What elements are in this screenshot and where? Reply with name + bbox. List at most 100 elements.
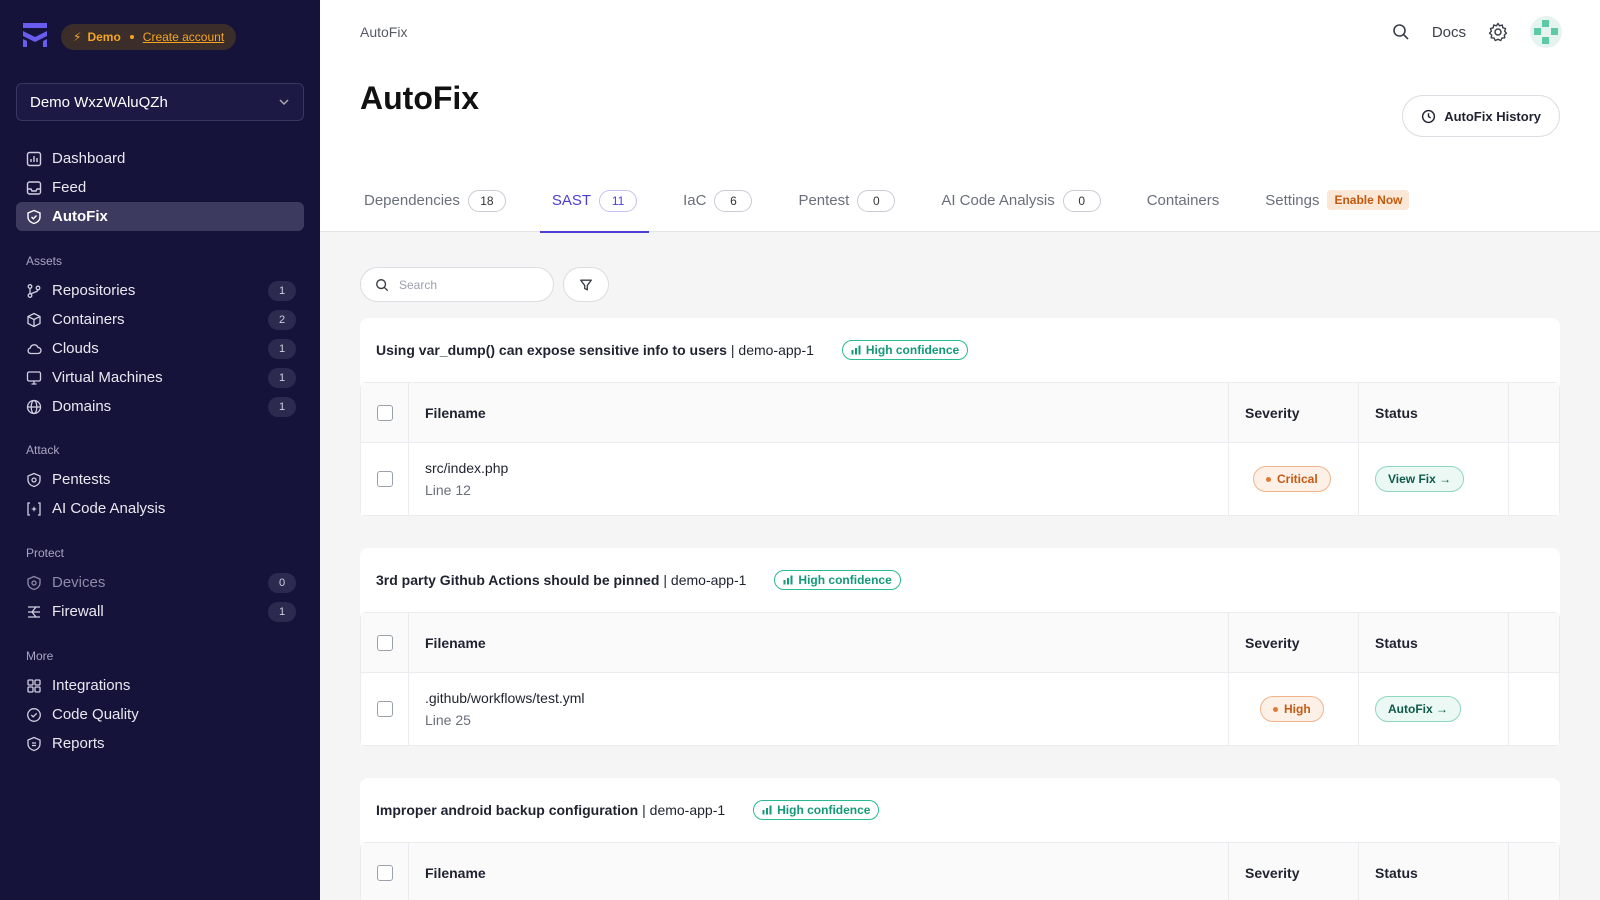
tab-count: 0: [857, 190, 896, 212]
sidebar-item-label: Clouds: [52, 340, 99, 357]
issue-title: 3rd party Github Actions should be pinne…: [376, 572, 660, 588]
tab-count: 6: [714, 190, 753, 212]
sidebar-item-devices[interactable]: Devices 0: [16, 568, 304, 597]
select-all-checkbox[interactable]: [376, 634, 393, 651]
target-icon: [26, 472, 42, 488]
file-path: .github/workflows/test.yml: [425, 690, 585, 706]
tab-sast[interactable]: SAST 11: [539, 186, 650, 233]
status-header: Status: [1359, 613, 1509, 672]
select-all-cell: [361, 613, 409, 672]
firewall-icon: [26, 604, 42, 620]
search-icon[interactable]: [1392, 23, 1410, 41]
sidebar-item-reports[interactable]: Reports: [16, 729, 304, 758]
sidebar-item-integrations[interactable]: Integrations: [16, 671, 304, 700]
row-select-cell: [361, 443, 409, 515]
severity-cell: High: [1229, 673, 1359, 745]
shield-check-icon: [26, 209, 42, 225]
nav-more: Integrations Code Quality Reports: [16, 671, 304, 758]
tab-containers[interactable]: Containers: [1135, 186, 1232, 232]
report-icon: [26, 736, 42, 752]
aikido-logo-icon[interactable]: [22, 22, 48, 48]
issue-table: Filename Severity Status: [360, 842, 1560, 900]
tab-count: 11: [599, 190, 638, 212]
row-checkbox[interactable]: [376, 471, 393, 487]
issue-header[interactable]: 3rd party Github Actions should be pinne…: [360, 548, 1560, 612]
enable-now-badge[interactable]: Enable Now: [1327, 190, 1410, 210]
bar-chart-icon: [762, 805, 772, 815]
sidebar-item-pentests[interactable]: Pentests: [16, 465, 304, 494]
actions-cell: [1509, 673, 1559, 745]
autofix-button[interactable]: AutoFix →: [1375, 696, 1461, 722]
table-row[interactable]: .github/workflows/test.yml Line 25 High …: [361, 673, 1559, 745]
sidebar-item-label: Firewall: [52, 603, 104, 620]
sidebar-item-dashboard[interactable]: Dashboard: [16, 144, 304, 173]
issue-header[interactable]: Improper android backup configuration | …: [360, 778, 1560, 842]
nav-main: Dashboard Feed AutoFix: [16, 144, 304, 231]
select-all-checkbox[interactable]: [376, 865, 393, 881]
autofix-history-button[interactable]: AutoFix History: [1402, 95, 1560, 137]
count-badge: 2: [268, 309, 296, 330]
count-badge: 1: [268, 280, 296, 301]
sidebar-item-repositories[interactable]: Repositories 1: [16, 276, 304, 305]
status-header: Status: [1359, 383, 1509, 442]
status-cell: AutoFix →: [1359, 673, 1509, 745]
sidebar-item-containers[interactable]: Containers 2: [16, 305, 304, 334]
filter-button[interactable]: [563, 267, 609, 302]
table-header-row: Filename Severity Status: [361, 843, 1559, 900]
confidence-badge: High confidence: [841, 340, 969, 360]
create-account-link[interactable]: Create account: [143, 30, 224, 44]
sidebar-item-feed[interactable]: Feed: [16, 173, 304, 202]
sidebar-item-firewall[interactable]: Firewall 1: [16, 597, 304, 626]
sidebar-item-label: AutoFix: [52, 208, 108, 225]
actions-header: [1509, 383, 1559, 442]
monitor-icon: [26, 370, 42, 386]
sidebar-item-virtual-machines[interactable]: Virtual Machines 1: [16, 363, 304, 392]
avatar[interactable]: [1530, 16, 1562, 48]
tab-pentest[interactable]: Pentest 0: [786, 186, 907, 232]
history-icon: [1422, 109, 1436, 123]
actions-cell: [1509, 443, 1559, 515]
docs-link[interactable]: Docs: [1432, 24, 1466, 41]
sidebar: ⚡ Demo Create account Demo WxzWAluQZh Da…: [0, 0, 320, 900]
select-all-checkbox[interactable]: [376, 404, 393, 421]
workspace-select[interactable]: Demo WxzWAluQZh: [16, 83, 304, 121]
sidebar-item-ai-code-analysis[interactable]: AI Code Analysis: [16, 494, 304, 523]
actions-header: [1509, 843, 1559, 900]
severity-header: Severity: [1229, 383, 1359, 442]
issue-repo: | demo-app-1: [663, 572, 747, 588]
tab-dependencies[interactable]: Dependencies 18: [352, 186, 518, 232]
status-header: Status: [1359, 843, 1509, 900]
sidebar-item-domains[interactable]: Domains 1: [16, 392, 304, 421]
page-header: AutoFix Docs AutoFix AutoFix History Dep…: [320, 0, 1600, 233]
filename-header: Filename: [409, 843, 1229, 900]
tab-label: Dependencies: [364, 192, 460, 209]
confidence-label: High confidence: [865, 343, 960, 357]
table-header-row: Filename Severity Status: [361, 613, 1559, 673]
sidebar-item-label: Pentests: [52, 471, 111, 488]
tab-settings[interactable]: Settings Enable Now: [1253, 186, 1421, 232]
issue-header[interactable]: Using var_dump() can expose sensitive in…: [360, 318, 1560, 382]
issue-table: Filename Severity Status src/index.php L…: [360, 382, 1560, 516]
table-row[interactable]: src/index.php Line 12 Critical View Fix …: [361, 443, 1559, 515]
severity-header: Severity: [1229, 613, 1359, 672]
tab-label: IaC: [683, 192, 707, 209]
count-badge: 0: [268, 572, 296, 593]
separator-dot: [129, 35, 134, 39]
tab-iac[interactable]: IaC 6: [671, 186, 764, 232]
gear-icon[interactable]: [1488, 22, 1508, 42]
sidebar-item-clouds[interactable]: Clouds 1: [16, 334, 304, 363]
breadcrumb[interactable]: AutoFix: [360, 24, 407, 40]
view-fix-button[interactable]: View Fix →: [1375, 466, 1465, 492]
nav-protect: Devices 0 Firewall 1: [16, 568, 304, 626]
count-badge: 1: [268, 396, 296, 417]
search-input[interactable]: Search: [360, 267, 554, 302]
tab-ai-code-analysis[interactable]: AI Code Analysis 0: [929, 186, 1112, 232]
sidebar-item-code-quality[interactable]: Code Quality: [16, 700, 304, 729]
grid-icon: [26, 678, 42, 694]
lightning-icon: ⚡: [73, 30, 82, 44]
sidebar-item-label: AI Code Analysis: [52, 500, 166, 517]
sidebar-item-autofix[interactable]: AutoFix: [16, 202, 304, 231]
row-checkbox[interactable]: [376, 701, 393, 717]
issue-table: Filename Severity Status .github/workflo…: [360, 612, 1560, 746]
sidebar-item-label: Virtual Machines: [52, 369, 163, 386]
